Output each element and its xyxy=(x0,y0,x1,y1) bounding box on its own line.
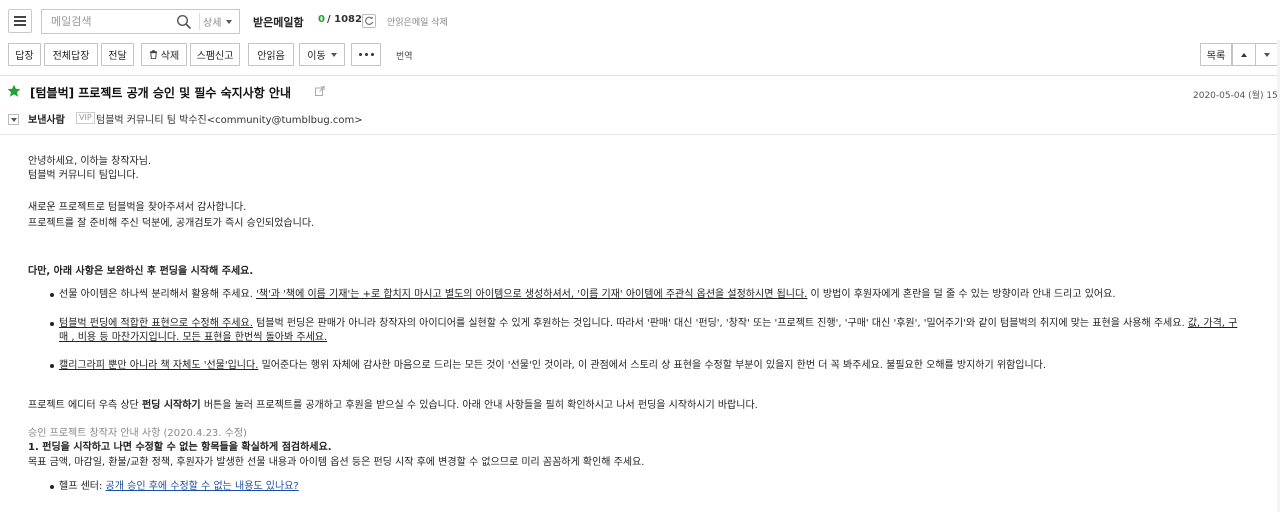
mail-date: 2020-05-04 (월) 15:3 xyxy=(1193,91,1280,101)
more-icon xyxy=(358,53,362,56)
search-detail-label: 상세 xyxy=(203,18,222,29)
list-item: 헬프 센터: 공개 승인 후에 수정할 수 없는 내용도 있나요? xyxy=(59,479,299,495)
move-label: 이동 xyxy=(307,51,326,62)
chevron-down-icon xyxy=(226,19,233,24)
body-text-underlined: 값, 가격, 구 xyxy=(1187,318,1238,329)
sender-toggle[interactable] xyxy=(8,114,19,125)
star-icon[interactable] xyxy=(7,84,21,98)
folder-title[interactable]: 받은메일함 xyxy=(253,14,304,30)
bullet-icon xyxy=(50,293,54,297)
vip-badge[interactable]: VIP xyxy=(76,112,95,124)
previous-mail-button[interactable] xyxy=(1232,43,1256,66)
more-icon-dot xyxy=(364,53,368,56)
divider xyxy=(199,13,200,30)
search-icon[interactable] xyxy=(176,14,192,30)
body-text: 목표 금액, 마감일, 환불/교환 정책, 후원자가 발생한 선물 내용과 아이… xyxy=(28,457,645,468)
forward-button[interactable]: 전달 xyxy=(101,43,134,66)
body-text: 텀블벅 펀딩은 판매가 아니라 창작자의 아이디어를 실현할 수 있게 후원하는… xyxy=(256,318,1185,329)
more-button[interactable] xyxy=(351,43,381,66)
chevron-down-icon xyxy=(1264,52,1270,57)
top-bar: 상세 받은메일함 0 / 1082 안읽은메일 삭제 xyxy=(0,0,1280,40)
reply-all-button[interactable]: 전체답장 xyxy=(44,43,98,66)
body-text-underlined: 텀블벅 펀딩에 적합한 표현으로 수정해 주세요. xyxy=(59,318,253,329)
trash-icon xyxy=(149,50,157,59)
mark-unread-button[interactable]: 안읽음 xyxy=(248,43,294,66)
body-text-bold: 펀딩 시작하기 xyxy=(141,400,201,411)
help-label: 헬프 센터: xyxy=(59,481,103,492)
sender-label: 보낸사람 xyxy=(28,115,65,126)
section-title: 다만, 아래 사항은 보완하신 후 펀딩을 시작해 주세요. xyxy=(28,266,254,277)
chevron-down-icon xyxy=(330,52,337,57)
unread-count[interactable]: 0 xyxy=(318,14,325,25)
section-title: 1. 펀딩을 시작하고 나면 수정할 수 없는 항목들을 확실하게 점검하세요. xyxy=(28,442,332,453)
bullet-icon xyxy=(50,485,54,489)
body-text: 프로젝트 에디터 우측 상단 펀딩 시작하기 버튼을 눌러 프로젝트를 공개하고… xyxy=(28,398,758,414)
reply-button[interactable]: 답장 xyxy=(8,43,41,66)
refresh-icon xyxy=(365,16,374,25)
refresh-button[interactable] xyxy=(362,14,376,28)
body-text: 텀블벅 커뮤니티 팀입니다. xyxy=(28,170,139,181)
sender-address[interactable]: 텀블벅 커뮤니티 팀 박수진<community@tumblbug.com> xyxy=(96,111,363,126)
body-text: 새로운 프로젝트로 텀블벅을 찾아주셔서 감사합니다. xyxy=(28,202,247,213)
more-icon-dot xyxy=(370,53,374,56)
list-item: 캘리그라피 뿐만 아니라 책 자체도 '선물'입니다. 밀어준다는 행위 자체에… xyxy=(59,358,1046,374)
delete-label: 삭제 xyxy=(160,51,180,62)
menu-icon-line xyxy=(14,20,26,22)
mail-toolbar: 답장 전체답장 전달 삭제 스팸신고 안읽음 이동 번역 목록 xyxy=(0,43,1280,69)
help-center-link[interactable]: 공개 승인 후에 수정할 수 없는 내용도 있나요? xyxy=(106,481,299,492)
chevron-up-icon xyxy=(1241,52,1247,57)
mail-subject: [텀블벅] 프로젝트 공개 승인 및 필수 숙지사항 안내 xyxy=(30,86,292,100)
menu-icon-line xyxy=(14,24,26,26)
next-mail-button[interactable] xyxy=(1255,43,1279,66)
body-text: 프로젝트 에디터 우측 상단 xyxy=(28,400,139,411)
body-text: 이 방법이 후원자에게 혼란을 덜 줄 수 있는 방향이라 안내 드리고 있어요… xyxy=(810,289,1116,300)
body-text: 프로젝트를 잘 준비해 주신 덕분에, 공개검토가 즉시 승인되었습니다. xyxy=(28,218,315,229)
search-input[interactable] xyxy=(42,10,197,33)
body-text: 버튼을 눌러 프로젝트를 공개하고 후원을 받으실 수 있습니다. 아래 안내 … xyxy=(203,400,758,411)
bullet-icon xyxy=(50,322,54,326)
menu-icon-line xyxy=(14,16,26,18)
list-item: 선물 아이템은 하나씩 분리해서 활용해 주세요. '책'과 '책에 이름 기재… xyxy=(59,287,1116,303)
body-text: 밀어준다는 행위 자체에 감사한 마음으로 드리는 모든 것이 '선물'인 것이… xyxy=(261,360,1047,371)
menu-button[interactable] xyxy=(8,9,32,33)
list-button[interactable]: 목록 xyxy=(1200,43,1232,66)
delete-read-link[interactable]: 안읽은메일 삭제 xyxy=(387,15,448,28)
delete-button[interactable]: 삭제 xyxy=(141,43,187,66)
bullet-icon xyxy=(50,364,54,368)
open-new-window-icon[interactable] xyxy=(315,86,325,96)
total-count: / 1082 xyxy=(327,14,362,25)
divider xyxy=(0,134,1280,135)
translate-button[interactable]: 번역 xyxy=(396,49,413,62)
divider xyxy=(0,75,1280,76)
search-box: 상세 xyxy=(41,9,240,34)
body-text-underlined: 캘리그라피 뿐만 아니라 책 자체도 '선물'입니다. xyxy=(59,360,259,371)
body-text-underlined: 매 , 비용 등 마찬가지입니다. 모든 표현을 한번씩 돌아봐 주세요. xyxy=(59,332,328,343)
body-text-underlined: '책'과 '책에 이름 기재'는 +로 합치지 마시고 별도의 아이템으로 생성… xyxy=(256,289,808,300)
move-dropdown[interactable]: 이동 xyxy=(299,43,345,66)
chevron-down-icon xyxy=(10,117,17,122)
body-text: 선물 아이템은 하나씩 분리해서 활용해 주세요. xyxy=(59,289,253,300)
spam-report-button[interactable]: 스팸신고 xyxy=(190,43,240,66)
search-detail-dropdown[interactable]: 상세 xyxy=(203,10,239,33)
